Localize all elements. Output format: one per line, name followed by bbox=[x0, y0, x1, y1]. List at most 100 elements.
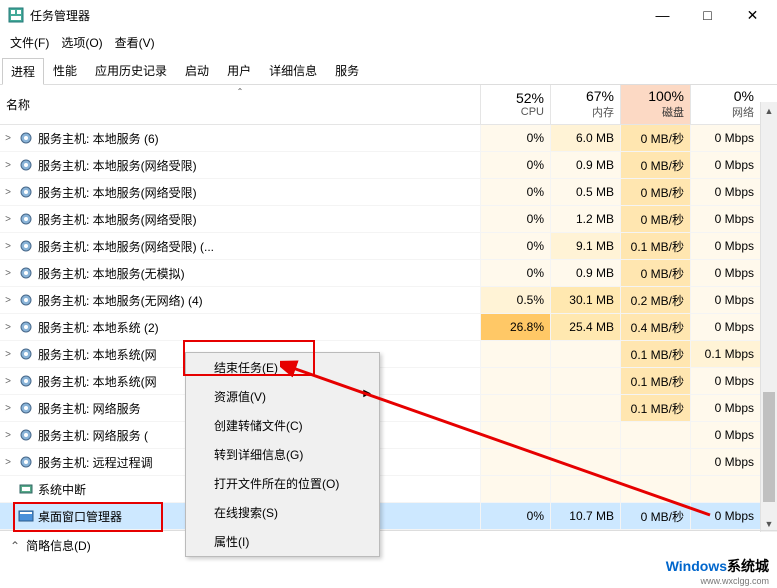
network-cell: 0.1 Mbps bbox=[690, 341, 760, 367]
tab-processes[interactable]: 进程 bbox=[2, 58, 44, 85]
memory-cell: 0.9 MB bbox=[550, 152, 620, 178]
table-row[interactable]: >服务主机: 本地系统(网0.1 MB/秒0.1 Mbps bbox=[0, 341, 760, 368]
menu-file[interactable]: 文件(F) bbox=[6, 32, 53, 53]
expand-toggle[interactable]: > bbox=[0, 376, 16, 387]
table-row[interactable]: >服务主机: 网络服务0.1 MB/秒0 Mbps bbox=[0, 395, 760, 422]
col-header-name[interactable]: ⌃ 名称 bbox=[0, 85, 480, 124]
cpu-cell bbox=[480, 395, 550, 421]
process-name: 服务主机: 远程过程调 bbox=[38, 454, 153, 471]
cpu-cell bbox=[480, 422, 550, 448]
table-row[interactable]: 桌面窗口管理器0%10.7 MB0 MB/秒0 Mbps bbox=[0, 503, 760, 530]
ctx-open-file-location[interactable]: 打开文件所在的位置(O) bbox=[186, 469, 379, 498]
gear-icon bbox=[18, 265, 34, 281]
tab-app-history[interactable]: 应用历史记录 bbox=[86, 57, 176, 84]
table-row[interactable]: >服务主机: 本地服务(无网络) (4)0.5%30.1 MB0.2 MB/秒0… bbox=[0, 287, 760, 314]
cpu-cell bbox=[480, 368, 550, 394]
expand-toggle[interactable]: > bbox=[0, 160, 16, 171]
table-row[interactable]: >服务主机: 本地服务(网络受限)0%0.5 MB0 MB/秒0 Mbps bbox=[0, 179, 760, 206]
col-header-network[interactable]: 0% 网络 bbox=[690, 85, 760, 124]
disk-cell: 0 MB/秒 bbox=[620, 179, 690, 205]
network-cell: 0 Mbps bbox=[690, 422, 760, 448]
fewer-details-link[interactable]: 简略信息(D) bbox=[26, 537, 91, 554]
process-name: 服务主机: 本地服务(无网络) (4) bbox=[38, 292, 203, 309]
menu-view[interactable]: 查看(V) bbox=[111, 32, 159, 53]
watermark-brand-en: Windows bbox=[666, 558, 727, 574]
gear-icon bbox=[18, 157, 34, 173]
cpu-cell: 0% bbox=[480, 206, 550, 232]
vertical-scrollbar[interactable]: ▲ ▼ bbox=[760, 102, 777, 532]
title-bar: 任务管理器 — □ ✕ bbox=[0, 0, 777, 30]
expand-toggle[interactable]: > bbox=[0, 457, 16, 468]
tab-bar: 进程 性能 应用历史记录 启动 用户 详细信息 服务 bbox=[0, 57, 777, 85]
table-row[interactable]: >服务主机: 本地服务(无模拟)0%0.9 MB0 MB/秒0 Mbps bbox=[0, 260, 760, 287]
gear-icon bbox=[18, 184, 34, 200]
gear-icon bbox=[18, 130, 34, 146]
menu-options[interactable]: 选项(O) bbox=[57, 32, 106, 53]
maximize-button[interactable]: □ bbox=[685, 0, 730, 30]
expand-toggle[interactable]: > bbox=[0, 268, 16, 279]
sort-indicator-icon: ⌃ bbox=[237, 87, 244, 96]
minimize-button[interactable]: — bbox=[640, 0, 685, 30]
tab-details[interactable]: 详细信息 bbox=[260, 57, 326, 84]
process-name: 服务主机: 本地系统 (2) bbox=[38, 319, 159, 336]
ctx-goto-details[interactable]: 转到详细信息(G) bbox=[186, 440, 379, 469]
table-row[interactable]: >服务主机: 本地服务(网络受限)0%0.9 MB0 MB/秒0 Mbps bbox=[0, 152, 760, 179]
process-name-cell: 服务主机: 本地服务(网络受限) bbox=[16, 157, 480, 174]
expand-toggle[interactable]: > bbox=[0, 349, 16, 360]
table-row[interactable]: 系统中断 bbox=[0, 476, 760, 503]
ctx-properties[interactable]: 属性(I) bbox=[186, 527, 379, 556]
cpu-cell: 0.5% bbox=[480, 287, 550, 313]
table-row[interactable]: >服务主机: 本地系统 (2)26.8%25.4 MB0.4 MB/秒0 Mbp… bbox=[0, 314, 760, 341]
col-name-label: 名称 bbox=[6, 96, 30, 113]
expand-toggle[interactable]: > bbox=[0, 133, 16, 144]
table-row[interactable]: >服务主机: 网络服务 (0 Mbps bbox=[0, 422, 760, 449]
tab-startup[interactable]: 启动 bbox=[176, 57, 218, 84]
expand-toggle[interactable]: > bbox=[0, 187, 16, 198]
process-list[interactable]: >服务主机: 本地服务 (6)0%6.0 MB0 MB/秒0 Mbps>服务主机… bbox=[0, 125, 777, 530]
disk-cell bbox=[620, 422, 690, 448]
table-row[interactable]: >服务主机: 本地服务(网络受限)0%1.2 MB0 MB/秒0 Mbps bbox=[0, 206, 760, 233]
ctx-resource-values[interactable]: 资源值(V) ▶ bbox=[186, 382, 379, 411]
network-cell: 0 Mbps bbox=[690, 125, 760, 151]
table-row[interactable]: >服务主机: 本地系统(网0.1 MB/秒0 Mbps bbox=[0, 368, 760, 395]
expand-toggle[interactable]: > bbox=[0, 430, 16, 441]
network-cell bbox=[690, 476, 760, 502]
context-menu: 结束任务(E) 资源值(V) ▶ 创建转储文件(C) 转到详细信息(G) 打开文… bbox=[185, 352, 380, 557]
table-row[interactable]: >服务主机: 本地服务 (6)0%6.0 MB0 MB/秒0 Mbps bbox=[0, 125, 760, 152]
scrollbar-thumb[interactable] bbox=[763, 392, 775, 502]
column-headers: ⌃ 名称 52% CPU 67% 内存 100% 磁盘 0% 网络 bbox=[0, 85, 777, 125]
expand-toggle[interactable]: > bbox=[0, 403, 16, 414]
table-row[interactable]: >服务主机: 远程过程调0 Mbps bbox=[0, 449, 760, 476]
memory-cell: 25.4 MB bbox=[550, 314, 620, 340]
disk-cell: 0 MB/秒 bbox=[620, 503, 690, 529]
expand-toggle[interactable]: > bbox=[0, 295, 16, 306]
memory-cell: 9.1 MB bbox=[550, 233, 620, 259]
gear-icon bbox=[18, 319, 34, 335]
disk-pct: 100% bbox=[623, 88, 684, 104]
disk-cell bbox=[620, 476, 690, 502]
cpu-cell bbox=[480, 449, 550, 475]
process-name: 系统中断 bbox=[38, 481, 86, 498]
expand-toggle[interactable]: > bbox=[0, 214, 16, 225]
col-header-cpu[interactable]: 52% CPU bbox=[480, 85, 550, 124]
cpu-cell: 0% bbox=[480, 233, 550, 259]
col-header-disk[interactable]: 100% 磁盘 bbox=[620, 85, 690, 124]
tab-users[interactable]: 用户 bbox=[218, 57, 260, 84]
ctx-end-task[interactable]: 结束任务(E) bbox=[186, 353, 379, 382]
col-header-memory[interactable]: 67% 内存 bbox=[550, 85, 620, 124]
memory-cell: 30.1 MB bbox=[550, 287, 620, 313]
expand-toggle[interactable]: > bbox=[0, 322, 16, 333]
ctx-create-dump[interactable]: 创建转储文件(C) bbox=[186, 411, 379, 440]
table-row[interactable]: >服务主机: 本地服务(网络受限) (...0%9.1 MB0.1 MB/秒0 … bbox=[0, 233, 760, 260]
tab-performance[interactable]: 性能 bbox=[44, 57, 86, 84]
ctx-resource-values-label: 资源值(V) bbox=[214, 390, 266, 404]
close-button[interactable]: ✕ bbox=[730, 0, 775, 30]
scroll-up-icon[interactable]: ▲ bbox=[761, 102, 777, 119]
memory-cell bbox=[550, 368, 620, 394]
cpu-cell: 0% bbox=[480, 179, 550, 205]
ctx-search-online[interactable]: 在线搜索(S) bbox=[186, 498, 379, 527]
tab-services[interactable]: 服务 bbox=[326, 57, 368, 84]
expand-toggle[interactable]: > bbox=[0, 241, 16, 252]
chevron-up-icon[interactable]: ⌃ bbox=[10, 539, 20, 553]
network-cell: 0 Mbps bbox=[690, 152, 760, 178]
